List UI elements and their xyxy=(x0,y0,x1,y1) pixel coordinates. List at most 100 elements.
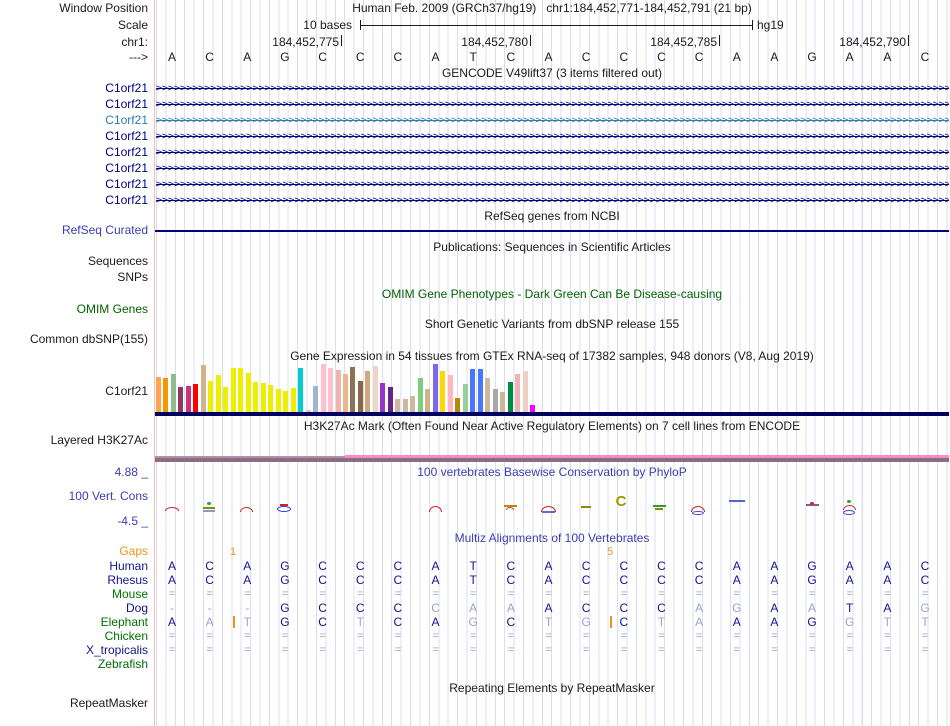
track-label-rhesus[interactable]: Rhesus xyxy=(0,573,148,587)
track-title-publications[interactable]: Publications: Sequences in Scientific Ar… xyxy=(155,241,949,254)
align-base: = xyxy=(469,630,477,642)
align-base: A xyxy=(506,601,515,615)
align-base: = xyxy=(244,644,251,656)
gene-label-3[interactable]: C1orf21 xyxy=(0,129,148,144)
gene-intron-arrows[interactable]: >>>>>>>>>>>>>>>>>>>>>>>>>>>>>>>>>>>>>>>>… xyxy=(156,129,949,144)
gene-label-5[interactable]: C1orf21 xyxy=(0,161,148,176)
cons-glyph-dash xyxy=(541,511,555,513)
track-label-cons-track[interactable]: 100 Vert. Cons xyxy=(0,490,148,503)
track-label-omim-genes[interactable]: OMIM Genes xyxy=(0,303,148,316)
gtex-bar xyxy=(230,368,236,412)
insert-tick xyxy=(610,616,612,628)
track-label-strand[interactable]: ---> xyxy=(0,51,148,64)
gene-label-2[interactable]: C1orf21 xyxy=(0,113,148,128)
track-label-cons-min[interactable]: -4.5 _ xyxy=(0,515,148,528)
align-base: = xyxy=(582,630,590,642)
gtex-bar xyxy=(185,386,191,412)
track-label-x_tropicalis[interactable]: X_tropicalis xyxy=(0,643,148,657)
track-title-gencode[interactable]: GENCODE V49lift37 (3 items filtered out) xyxy=(155,67,949,80)
track-label-layered-h3k27ac[interactable]: Layered H3K27Ac xyxy=(0,434,148,447)
align-base: = xyxy=(884,644,891,656)
sequence-base: A xyxy=(243,50,252,64)
gtex-bar xyxy=(447,375,453,412)
track-label-gaps[interactable]: Gaps xyxy=(0,545,148,558)
track-label-chrom[interactable]: chr1: xyxy=(0,36,148,49)
track-label-cons-max[interactable]: 4.88 _ xyxy=(0,466,148,479)
gtex-bar xyxy=(275,389,281,412)
align-base: A xyxy=(544,559,553,573)
sequence-base: A xyxy=(845,50,854,64)
track-label-snps[interactable]: SNPs xyxy=(0,271,148,284)
h3k27ac-pink-line xyxy=(345,455,949,458)
align-base: C xyxy=(506,615,516,629)
align-base: G xyxy=(581,615,591,629)
assembly-label: hg19 xyxy=(757,18,784,32)
align-base: G xyxy=(807,573,817,587)
label-10-bases: 10 bases xyxy=(303,18,352,32)
cons-glyph-arc xyxy=(506,507,514,510)
track-label-scale[interactable]: Scale xyxy=(0,19,148,32)
gtex-bar xyxy=(253,382,259,412)
gene-intron-arrows[interactable]: >>>>>>>>>>>>>>>>>>>>>>>>>>>>>>>>>>>>>>>>… xyxy=(156,193,949,208)
gene-label-0[interactable]: C1orf21 xyxy=(0,81,148,96)
gene-intron-arrows[interactable]: >>>>>>>>>>>>>>>>>>>>>>>>>>>>>>>>>>>>>>>>… xyxy=(156,81,949,96)
align-base: G xyxy=(280,559,290,573)
gene-intron-arrows[interactable]: >>>>>>>>>>>>>>>>>>>>>>>>>>>>>>>>>>>>>>>>… xyxy=(156,97,949,112)
track-title-omim[interactable]: OMIM Gene Phenotypes - Dark Green Can Be… xyxy=(155,288,949,301)
track-title-h3k27ac[interactable]: H3K27Ac Mark (Often Found Near Active Re… xyxy=(155,420,949,433)
gene-intron-arrows[interactable]: >>>>>>>>>>>>>>>>>>>>>>>>>>>>>>>>>>>>>>>>… xyxy=(156,177,949,192)
gene-label-7[interactable]: C1orf21 xyxy=(0,193,148,208)
refseq-curated-line[interactable] xyxy=(155,230,949,232)
align-base: A xyxy=(845,573,854,587)
track-label-mouse[interactable]: Mouse xyxy=(0,587,148,601)
gtex-bar xyxy=(372,366,378,412)
align-base: C xyxy=(657,573,666,587)
gtex-bar xyxy=(425,389,431,412)
track-label-human[interactable]: Human xyxy=(0,559,148,573)
gtex-bar xyxy=(410,396,416,412)
track-label-repeatmasker[interactable]: RepeatMasker xyxy=(0,697,148,710)
track-label-dog[interactable]: Dog xyxy=(0,601,148,615)
track-title-conservation[interactable]: 100 vertebrates Basewise Conservation by… xyxy=(155,466,949,479)
sequence-base: A xyxy=(732,50,741,64)
track-label-gtex-gene[interactable]: C1orf21 xyxy=(0,385,148,398)
track-label-window-position[interactable]: Window Position xyxy=(0,2,148,15)
gene-label-4[interactable]: C1orf21 xyxy=(0,145,148,160)
align-base: A xyxy=(770,601,779,615)
track-title-repeatmasker[interactable]: Repeating Elements by RepeatMasker xyxy=(155,682,949,695)
align-base: = xyxy=(921,588,929,600)
track-title-refseq[interactable]: RefSeq genes from NCBI xyxy=(155,210,949,223)
track-label-sequences[interactable]: Sequences xyxy=(0,255,148,268)
track-label-common-dbsnp[interactable]: Common dbSNP(155) xyxy=(0,333,148,346)
gene-label-6[interactable]: C1orf21 xyxy=(0,177,148,192)
align-base: A xyxy=(883,573,892,587)
gene-intron-arrows[interactable]: >>>>>>>>>>>>>>>>>>>>>>>>>>>>>>>>>>>>>>>>… xyxy=(156,113,949,128)
sequence-base: A xyxy=(883,50,892,64)
gene-label-1[interactable]: C1orf21 xyxy=(0,97,148,112)
track-label-elephant[interactable]: Elephant xyxy=(0,615,148,629)
align-base: A xyxy=(431,615,440,629)
align-base: T xyxy=(243,615,251,629)
track-label-refseq-curated[interactable]: RefSeq Curated xyxy=(0,224,148,237)
sequence-base: C xyxy=(657,50,666,64)
gene-intron-arrows[interactable]: >>>>>>>>>>>>>>>>>>>>>>>>>>>>>>>>>>>>>>>>… xyxy=(156,145,949,160)
sequence-base: C xyxy=(355,50,365,64)
gtex-bar xyxy=(515,374,521,412)
cons-glyph-dash xyxy=(729,500,745,502)
track-title-dbsnp[interactable]: Short Genetic Variants from dbSNP releas… xyxy=(155,318,949,331)
align-base: = xyxy=(168,644,176,656)
track-title-multiz[interactable]: Multiz Alignments of 100 Vertebrates xyxy=(155,532,949,545)
align-base: G xyxy=(807,559,817,573)
track-label-zebrafish[interactable]: Zebrafish xyxy=(0,657,148,671)
align-base: T xyxy=(544,615,553,629)
align-base: C xyxy=(694,559,704,573)
align-base: C xyxy=(318,559,327,573)
align-base: C xyxy=(619,615,629,629)
track-label-chicken[interactable]: Chicken xyxy=(0,629,148,643)
align-base: = xyxy=(808,588,816,600)
align-base: = xyxy=(695,630,703,642)
track-title-gtex[interactable]: Gene Expression in 54 tissues from GTEx … xyxy=(155,350,949,363)
gtex-bar xyxy=(215,375,221,412)
align-base: A xyxy=(845,559,854,573)
gene-intron-arrows[interactable]: >>>>>>>>>>>>>>>>>>>>>>>>>>>>>>>>>>>>>>>>… xyxy=(156,161,949,176)
